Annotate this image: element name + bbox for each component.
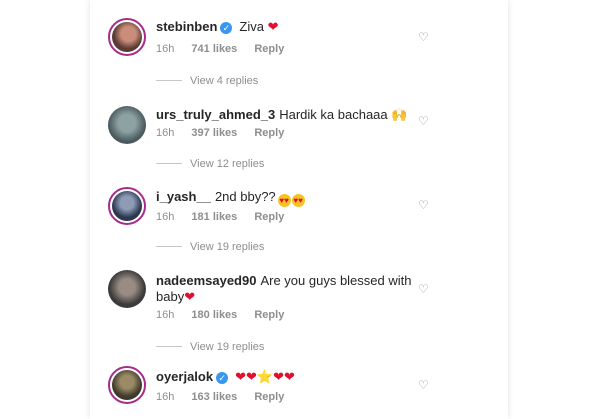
avatar[interactable] [108,270,146,308]
comment-username[interactable]: stebinben [156,19,217,34]
replies-divider [156,346,182,347]
heart-outline-icon[interactable]: ♡ [418,114,429,128]
comment-time: 16h [156,211,175,223]
comment-likes[interactable]: 181 likes [191,211,237,223]
comment-likes[interactable]: 741 likes [191,43,237,55]
hearts-and-star-emoji: ❤❤⭐❤❤ [235,369,295,384]
comment-time: 16h [156,127,175,139]
replies-divider [156,80,182,81]
comments-panel: stebinben ✓ Ziva ❤ 16h 741 likes Reply ♡ V… [90,0,508,419]
view-replies-label: View 19 replies [190,241,265,253]
comment-likes[interactable]: 180 likes [191,309,237,321]
reply-button[interactable]: Reply [254,211,284,223]
comment-time: 16h [156,309,175,321]
comment-line: i_yash__2nd bby??😍😍♥♥♥♥ [156,188,305,210]
comment-time: 16h [156,391,175,403]
view-replies-label: View 12 replies [190,158,265,170]
comment-line-continued: baby❤ [156,288,195,306]
avatar[interactable] [108,18,146,56]
comment-meta: 16h 180 likes Reply [156,308,298,322]
view-replies-button[interactable]: View 19 replies [156,240,264,254]
comment-text: 2nd bby?? [214,189,276,204]
comment-username[interactable]: i_yash__ [156,189,211,204]
verified-badge-icon: ✓ [216,372,229,384]
heart-eyes-emoji-icon: ♥♥ [277,194,291,207]
replies-divider [156,163,182,164]
comment-meta: 16h 397 likes Reply [156,126,298,140]
comment-line: oyerjalok ✓ ❤❤⭐❤❤ [156,368,295,386]
view-replies-button[interactable]: View 12 replies [156,157,264,171]
red-heart-emoji: ❤ [267,19,279,34]
avatar[interactable] [108,366,146,404]
reply-button[interactable]: Reply [254,43,284,55]
comment-likes[interactable]: 397 likes [191,127,237,139]
view-replies-button[interactable]: View 19 replies [156,340,264,354]
replies-divider [156,246,182,247]
comment-meta: 16h 741 likes Reply [156,42,298,56]
avatar[interactable] [108,106,146,144]
red-heart-emoji: ❤ [184,289,196,304]
heart-eyes-emoji-icon: ♥♥ [291,194,305,207]
view-replies-label: View 4 replies [190,75,259,87]
heart-outline-icon[interactable]: ♡ [418,378,429,392]
comment-text-continued: baby [156,289,185,304]
comment-text: Ziva [239,19,264,34]
comment-meta: 16h 181 likes Reply [156,210,298,224]
view-replies-label: View 19 replies [190,341,265,353]
view-replies-button[interactable]: View 4 replies [156,74,258,88]
avatar[interactable] [108,187,146,225]
heart-outline-icon[interactable]: ♡ [418,30,429,44]
comment-time: 16h [156,43,175,55]
comment-username[interactable]: urs_truly_ahmed_3 [156,107,275,122]
verified-badge-icon: ✓ [220,22,233,34]
heart-outline-icon[interactable]: ♡ [418,282,429,296]
comment-line: urs_truly_ahmed_3 Hardik ka bachaaa 🙌 [156,106,407,124]
reply-button[interactable]: Reply [254,127,284,139]
reply-button[interactable]: Reply [254,391,284,403]
comment-likes[interactable]: 163 likes [191,391,237,403]
comment-username[interactable]: oyerjalok [156,369,213,384]
comment-text: Are you guys blessed with [260,273,412,288]
raising-hands-emoji: 🙌 [391,107,408,122]
comment-line: stebinben ✓ Ziva ❤ [156,18,279,36]
comment-username[interactable]: nadeemsayed90 [156,273,256,288]
comment-meta: 16h 163 likes Reply [156,390,298,404]
reply-button[interactable]: Reply [254,309,284,321]
comment-text: Hardik ka bachaaa [279,107,388,122]
heart-outline-icon[interactable]: ♡ [418,198,429,212]
